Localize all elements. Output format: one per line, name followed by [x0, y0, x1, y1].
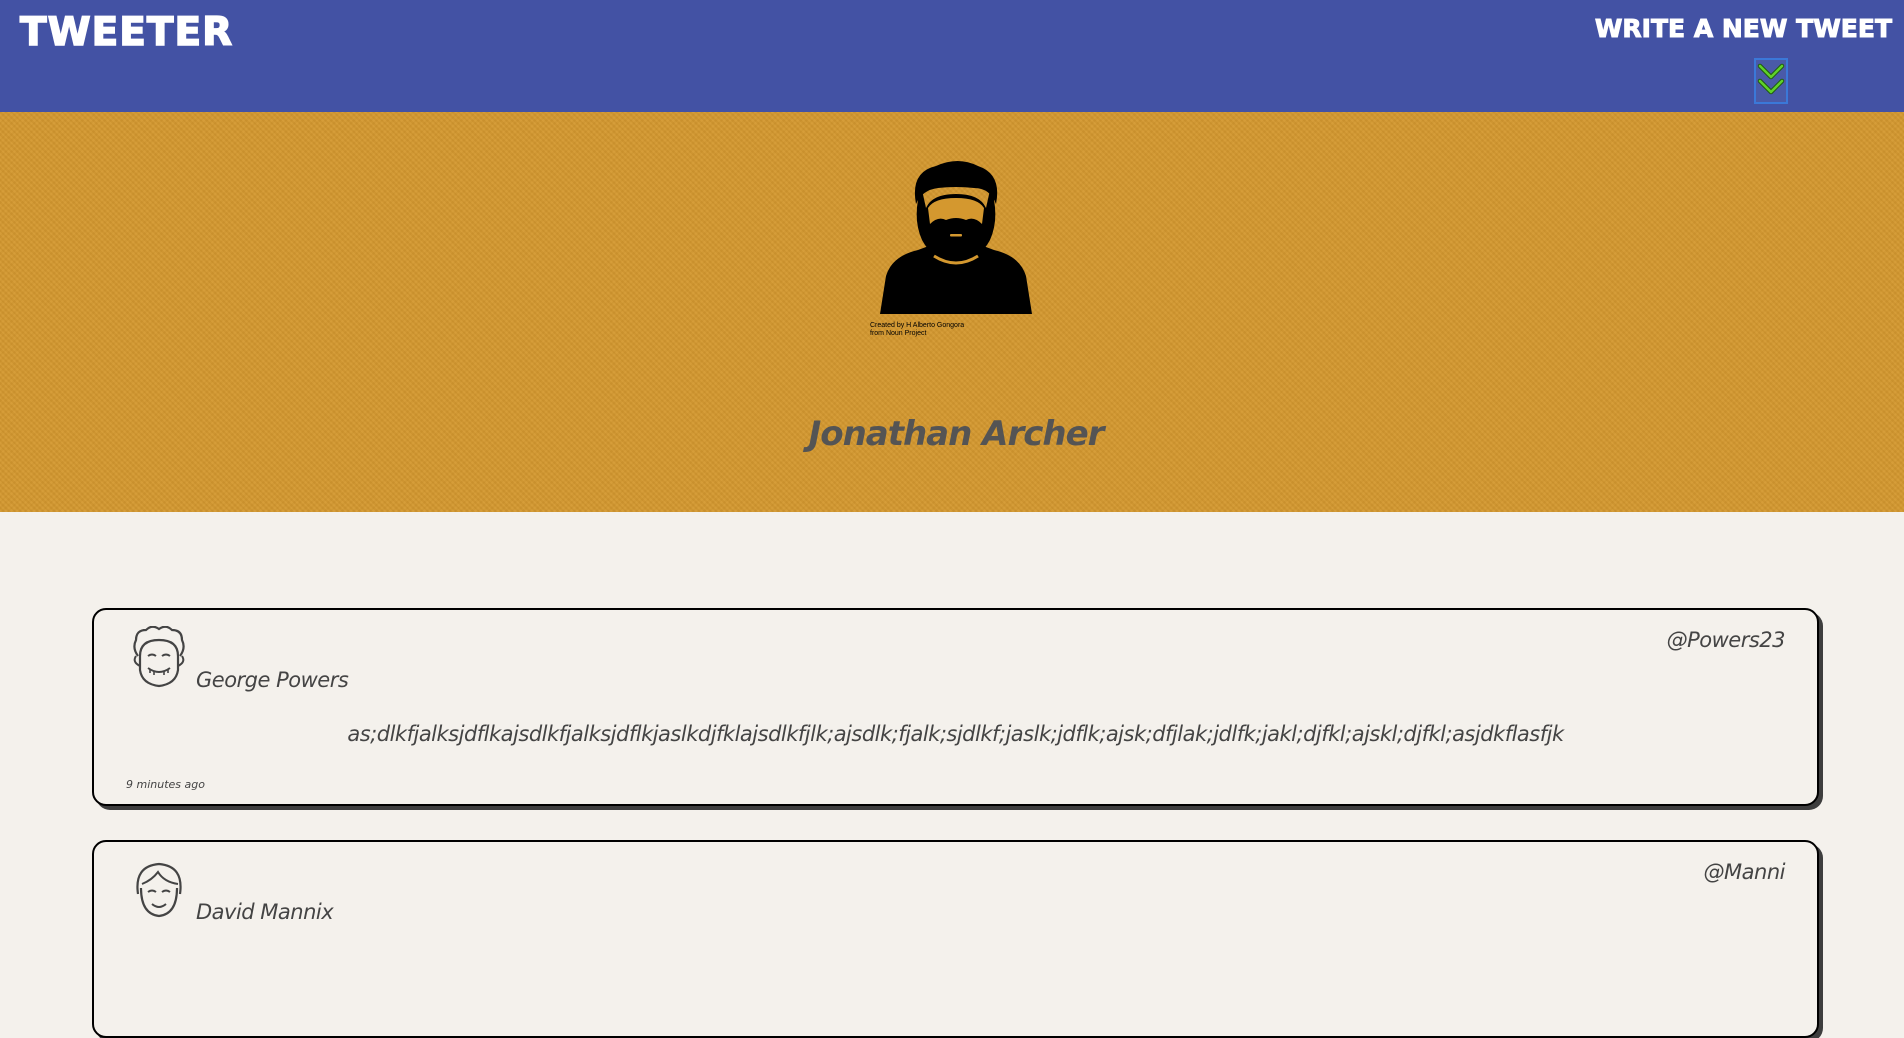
double-chevron-down-icon — [1757, 63, 1785, 95]
profile-header: Created by H Alberto Gongora from Noun P… — [0, 112, 1904, 512]
icon-credit: Created by H Alberto Gongora from Noun P… — [870, 322, 1010, 338]
top-navbar: TWEETER WRITE A NEW TWEET — [0, 0, 1904, 112]
brand-logo[interactable]: TWEETER — [19, 9, 233, 56]
tweet-author-handle: @Manni — [1703, 860, 1786, 884]
credit-line-1: Created by H Alberto Gongora — [870, 322, 965, 329]
smiling-face-icon — [136, 862, 182, 918]
compose-toggle-button[interactable] — [1754, 58, 1788, 104]
tweet-timestamp: 9 minutes ago — [126, 778, 205, 791]
tweet-card: David Mannix @Manni — [92, 840, 1819, 1038]
tweet-content: as;dlkfjalksjdflkajsdlkfjalksjdflkjaslkd… — [347, 722, 1564, 746]
write-new-tweet-link[interactable]: WRITE A NEW TWEET — [1594, 14, 1892, 44]
tweet-author-name: George Powers — [196, 668, 349, 692]
curly-hair-face-icon — [133, 626, 185, 688]
tweet-author-handle: @Powers23 — [1666, 628, 1786, 652]
profile-name: Jonathan Archer — [808, 414, 1105, 454]
bearded-man-icon — [880, 161, 1032, 314]
credit-line-2: from Noun Project — [870, 330, 927, 337]
tweet-card: George Powers @Powers23 as;dlkfjalksjdfl… — [92, 608, 1819, 806]
tweet-author-name: David Mannix — [196, 900, 334, 924]
